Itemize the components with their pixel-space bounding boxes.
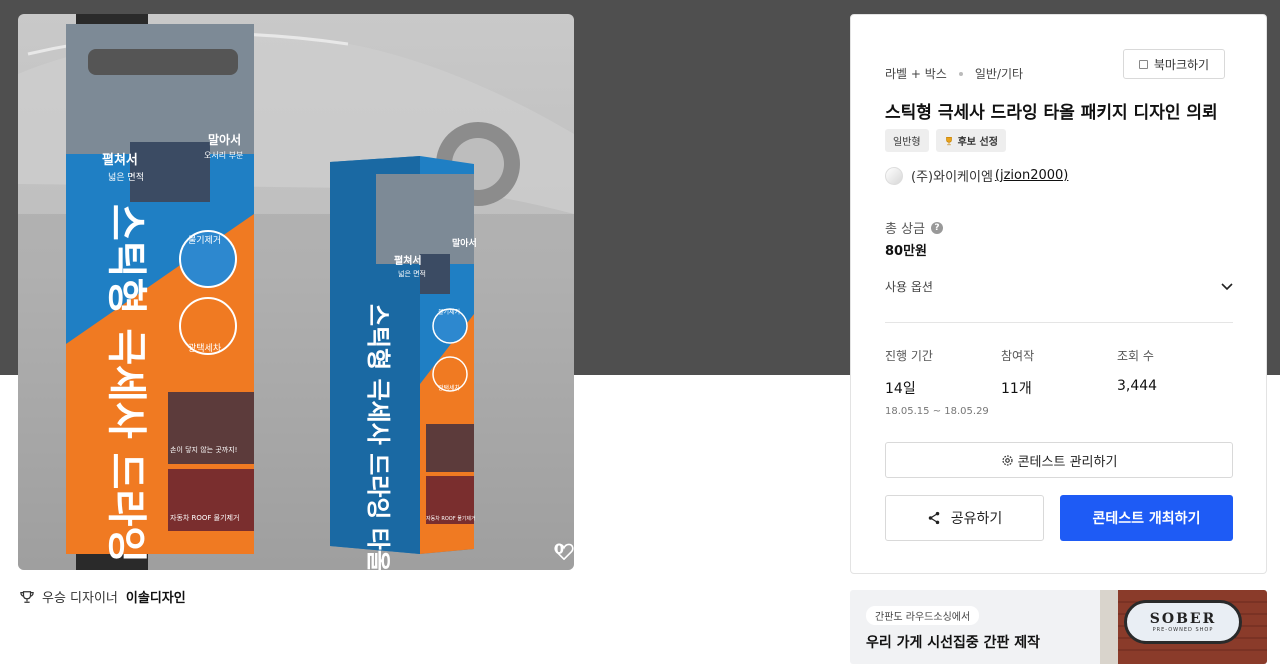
prize-value: 80만원 bbox=[885, 244, 928, 259]
large-box-tab-roll-sub: 오서리 부분 bbox=[204, 151, 243, 160]
ad-banner[interactable]: 간판도 라우드소싱에서 우리 가게 시선집중 간판 제작 SOBER PRE-O… bbox=[850, 590, 1267, 664]
large-box: 펼쳐서 넓은 면적 말아서 오서리 부분 스틱형 극세사 드라잉 타올 물기제거… bbox=[66, 14, 254, 570]
large-box-caption-2: 자동차 ROOF 물기제거 bbox=[170, 513, 239, 522]
small-box-caption: 자동차 ROOF 물기제거 bbox=[426, 515, 476, 522]
share-icon bbox=[928, 511, 939, 525]
stat-views: 조회 수 3,444 bbox=[1117, 347, 1157, 394]
winner-info: 우승 디자이너 이솔디자인 bbox=[20, 587, 186, 606]
tag-candidate: 후보 선정 bbox=[935, 129, 1006, 152]
winner-name[interactable]: 이솔디자인 bbox=[126, 587, 186, 606]
ad-sign: SOBER PRE-OWNED SHOP bbox=[1124, 600, 1242, 644]
host-info[interactable]: (주)와이케이엠 (jzion2000) bbox=[885, 166, 1068, 185]
small-box-tab-roll: 말아서 bbox=[452, 237, 477, 249]
host-contest-button[interactable]: 콘테스트 개최하기 bbox=[1060, 495, 1233, 541]
contest-tags: 일반형 후보 선정 bbox=[885, 129, 1006, 152]
bookmark-button[interactable]: 북마크하기 bbox=[1123, 49, 1225, 79]
tag-candidate-label: 후보 선정 bbox=[957, 137, 998, 148]
like-button[interactable]: 0 bbox=[554, 542, 574, 560]
prize-label-text: 총 상금 bbox=[885, 222, 926, 237]
small-box-tab-spread-sub: 넓은 면적 bbox=[398, 269, 426, 278]
host-id[interactable]: (jzion2000) bbox=[995, 168, 1068, 183]
stat-entries: 참여작 11개 bbox=[1001, 347, 1034, 398]
small-box-tab-spread: 펼쳐서 bbox=[394, 254, 422, 267]
ad-sign-sub: PRE-OWNED SHOP bbox=[1152, 627, 1214, 633]
bookmark-icon bbox=[1138, 59, 1148, 69]
category-breadcrumb: 라벨 + 박스 일반/기타 bbox=[885, 65, 1023, 82]
small-box-badge-gloss: 광택세차 bbox=[438, 384, 461, 392]
large-box-badge-gloss: 광택세차 bbox=[188, 342, 222, 354]
views-label: 조회 수 bbox=[1117, 349, 1154, 363]
chevron-down-icon bbox=[1221, 282, 1233, 290]
manage-label: 콘테스트 관리하기 bbox=[1017, 454, 1118, 470]
stat-period: 진행 기간 14일 18.05.15 ~ 18.05.29 bbox=[885, 347, 989, 417]
contest-title: 스틱형 극세사 드라잉 타올 패키지 디자인 의뢰 bbox=[885, 103, 1218, 123]
product-image[interactable]: 펼쳐서 넓은 면적 말아서 오서리 부분 스틱형 극세사 드라잉 타올 물기제거… bbox=[18, 14, 574, 570]
winner-prefix: 우승 디자이너 bbox=[42, 591, 118, 606]
large-box-badge-water: 물기제거 bbox=[188, 235, 221, 246]
ad-pill: 간판도 라우드소싱에서 bbox=[866, 606, 980, 625]
small-box-badge-water: 물기제거 bbox=[438, 308, 460, 316]
host-name: (주)와이케이엠 bbox=[911, 170, 993, 185]
prize-label: 총 상금 ? bbox=[885, 218, 944, 237]
category-primary[interactable]: 라벨 + 박스 bbox=[885, 65, 947, 82]
large-box-tab-spread: 펼쳐서 bbox=[102, 152, 138, 168]
trophy-icon bbox=[20, 590, 34, 603]
period-label: 진행 기간 bbox=[885, 349, 933, 363]
manage-contest-button[interactable]: 콘테스트 관리하기 bbox=[885, 442, 1233, 478]
heart-icon bbox=[554, 543, 574, 560]
contest-info-card: 라벨 + 박스 일반/기타 북마크하기 스틱형 극세사 드라잉 타올 패키지 디… bbox=[850, 14, 1267, 574]
trophy-icon bbox=[945, 136, 952, 145]
large-box-brand: 스틱형 극세사 드라잉 타올 bbox=[103, 204, 149, 570]
large-box-tab-spread-sub: 넓은 면적 bbox=[108, 171, 144, 183]
views-value: 3,444 bbox=[1117, 378, 1158, 394]
entries-value: 11개 bbox=[1001, 381, 1032, 397]
category-secondary[interactable]: 일반/기타 bbox=[975, 65, 1023, 82]
options-label: 사용 옵션 bbox=[885, 280, 933, 294]
help-icon[interactable]: ? bbox=[931, 221, 944, 234]
divider bbox=[885, 322, 1233, 323]
tag-general: 일반형 bbox=[885, 129, 929, 152]
options-toggle[interactable]: 사용 옵션 bbox=[885, 278, 1233, 295]
small-box: 펼쳐서 넓은 면적 말아서 스틱형 극세사 드라잉 타올 물기제거 광택세차 자… bbox=[330, 156, 477, 570]
ad-headline: 우리 가게 시선집중 간판 제작 bbox=[866, 635, 1041, 651]
entries-label: 참여작 bbox=[1001, 349, 1035, 363]
period-value: 14일 bbox=[885, 381, 916, 397]
large-box-caption-1: 손이 닿지 않는 곳까지! bbox=[170, 445, 237, 454]
bookmark-label: 북마크하기 bbox=[1153, 57, 1210, 72]
share-label: 공유하기 bbox=[950, 511, 1003, 527]
small-box-brand: 스틱형 극세사 드라잉 타올 bbox=[364, 304, 392, 570]
share-button[interactable]: 공유하기 bbox=[885, 495, 1044, 541]
large-box-tab-roll: 말아서 bbox=[208, 132, 241, 147]
ad-sign-brand: SOBER bbox=[1149, 611, 1217, 627]
avatar bbox=[885, 166, 903, 185]
period-range: 18.05.15 ~ 18.05.29 bbox=[885, 406, 989, 417]
breadcrumb-separator bbox=[958, 71, 963, 76]
package-illustration: 펼쳐서 넓은 면적 말아서 오서리 부분 스틱형 극세사 드라잉 타올 물기제거… bbox=[18, 14, 574, 570]
gear-icon bbox=[1002, 454, 1013, 466]
